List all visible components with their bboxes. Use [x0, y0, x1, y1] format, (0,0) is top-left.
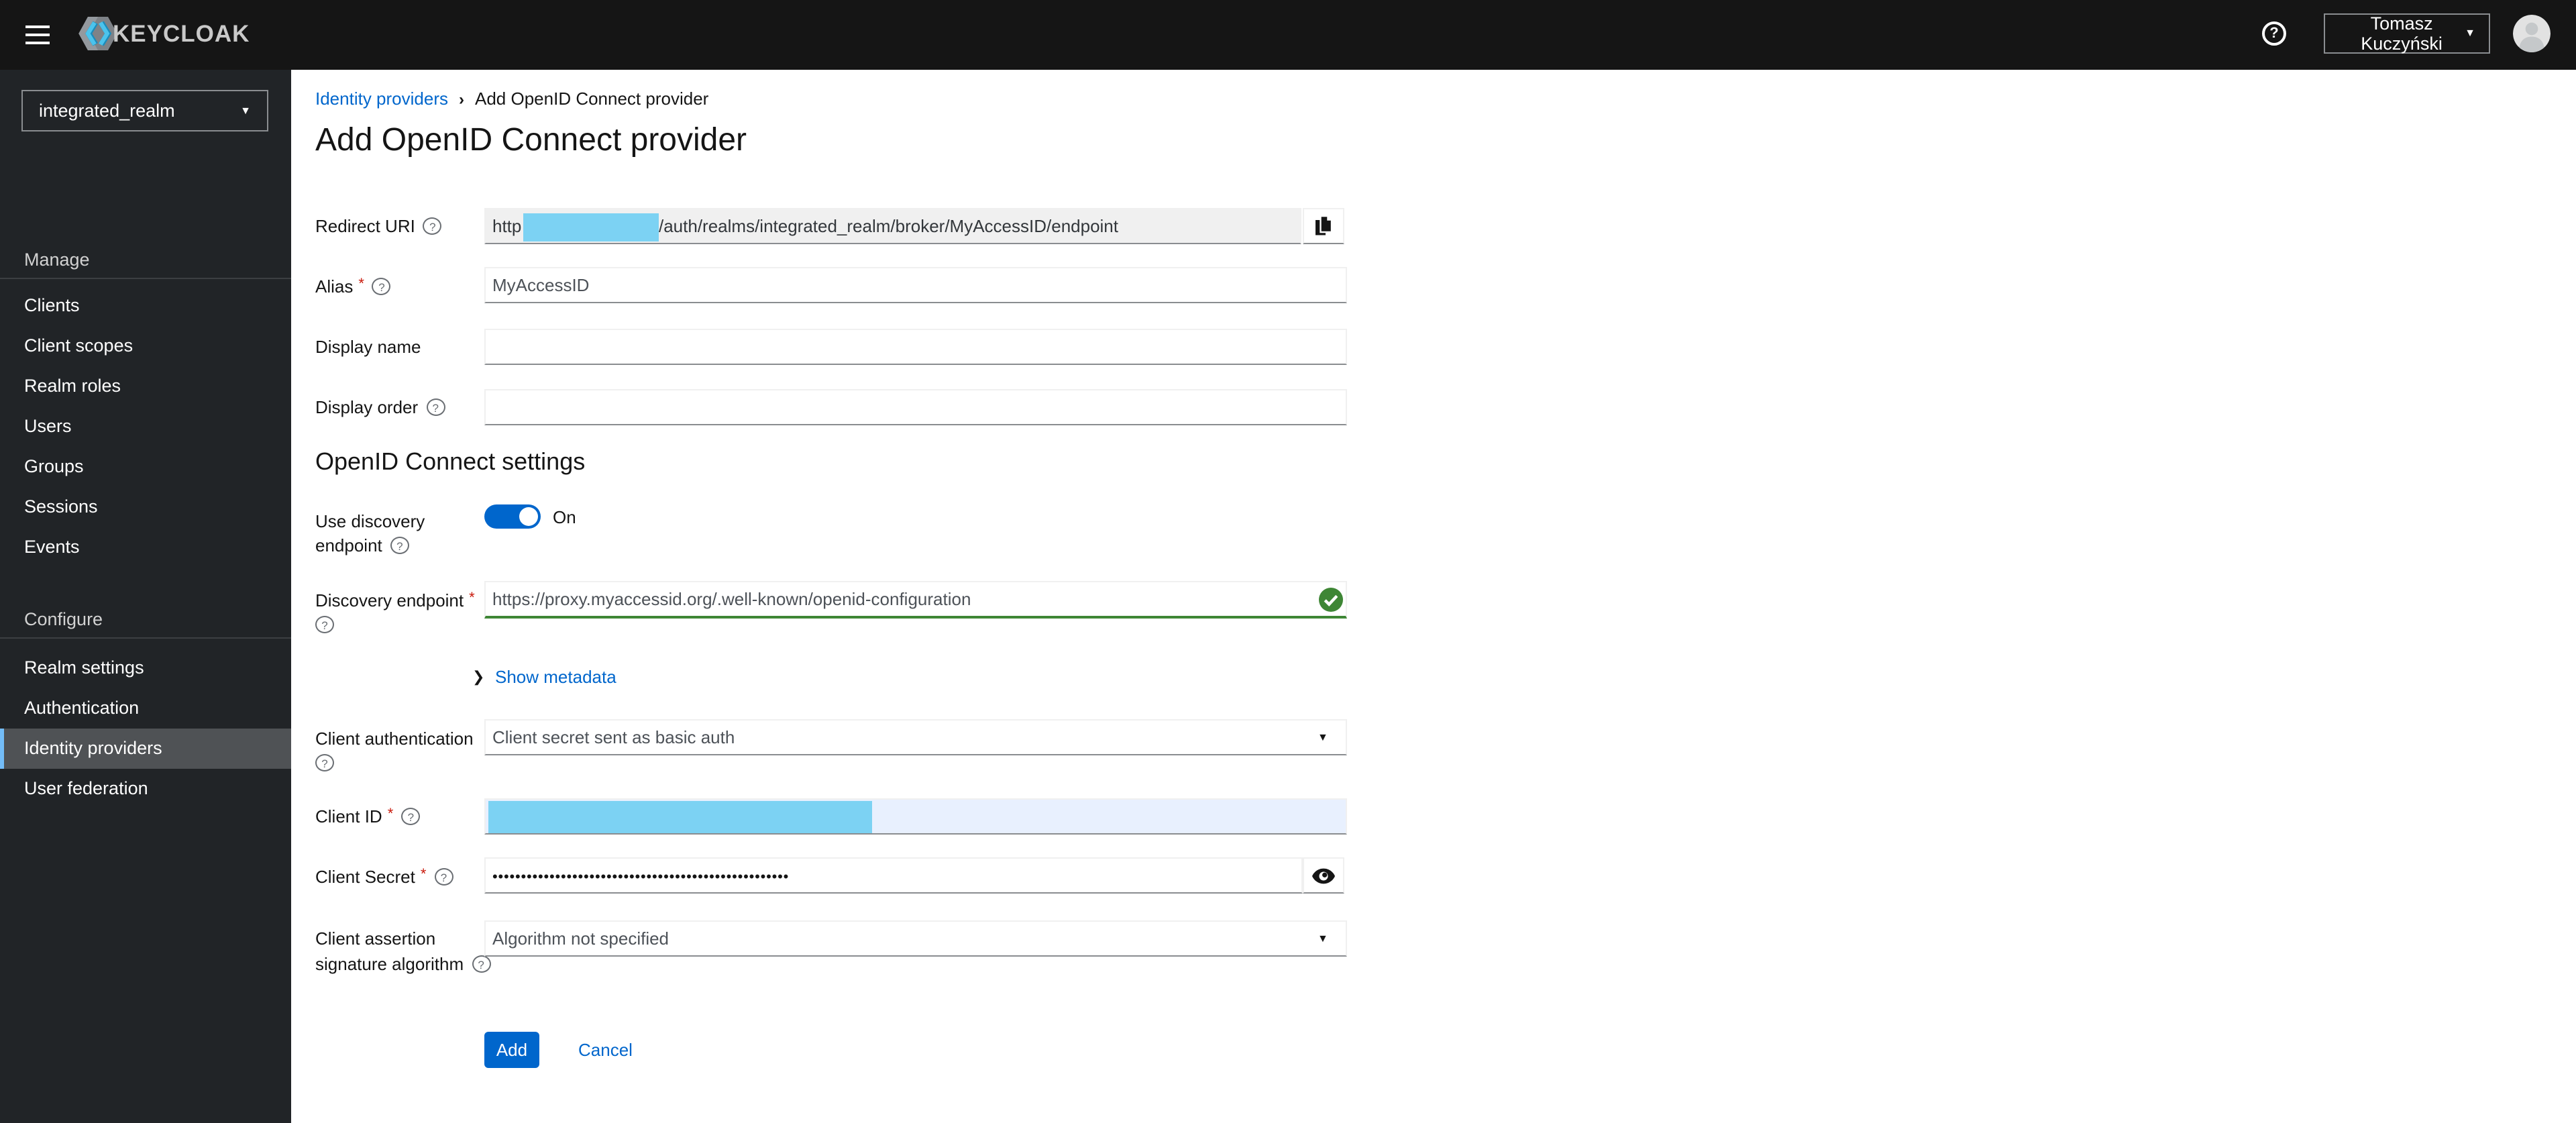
add-button[interactable]: Add [484, 1032, 539, 1068]
breadcrumb-identity-providers[interactable]: Identity providers [315, 89, 448, 109]
display-order-label: Display order ? [315, 397, 445, 417]
redirect-uri-label: Redirect URI ? [315, 216, 442, 236]
angle-right-icon: › [459, 89, 464, 108]
sidebar-item-user-federation[interactable]: User federation [0, 769, 291, 809]
help-icon[interactable]: ? [315, 616, 334, 633]
nav-list-manage: Clients Client scopes Realm roles Users … [0, 286, 291, 568]
user-menu-dropdown[interactable]: Tomasz Kuczyński ▼ [2324, 13, 2490, 54]
sidebar-item-identity-providers[interactable]: Identity providers [0, 729, 291, 769]
keycloak-admin-console: KEYCLOAK ? Tomasz Kuczyński ▼ integrated… [0, 0, 2576, 1123]
avatar[interactable] [2513, 15, 2551, 52]
section-title: OpenID Connect settings [315, 448, 586, 475]
toggle-state-label: On [553, 507, 576, 527]
sidebar-item-events[interactable]: Events [0, 527, 291, 568]
show-metadata-link[interactable]: Show metadata [495, 667, 616, 687]
eye-icon [1312, 867, 1335, 884]
cancel-link[interactable]: Cancel [578, 1040, 633, 1060]
client-authentication-label: Client authentication [315, 729, 474, 749]
sidebar: integrated_realm ▼ Manage Clients Client… [0, 70, 291, 1123]
nav-section-configure: Configure [24, 609, 103, 629]
divider [0, 637, 291, 639]
sidebar-item-users[interactable]: Users [0, 407, 291, 447]
discovery-endpoint-field[interactable]: https://proxy.myaccessid.org/.well-known… [484, 581, 1347, 619]
masthead: KEYCLOAK ? Tomasz Kuczyński ▼ [0, 0, 2576, 70]
help-icon[interactable]: ? [2262, 21, 2286, 46]
redaction-overlay [523, 213, 659, 242]
keycloak-logo[interactable]: KEYCLOAK [78, 15, 250, 52]
redirect-uri-suffix: /auth/realms/integrated_realm/broker/MyA… [659, 216, 1118, 236]
help-icon[interactable]: ? [372, 278, 391, 295]
required-asterisk: * [469, 590, 475, 606]
nav-section-manage: Manage [24, 250, 90, 270]
client-assertion-label-line1: Client assertion [315, 928, 436, 949]
breadcrumb: Identity providers › Add OpenID Connect … [315, 89, 708, 109]
display-order-field[interactable] [484, 389, 1347, 425]
sidebar-item-realm-roles[interactable]: Realm roles [0, 366, 291, 407]
user-name: Tomasz Kuczyński [2361, 13, 2443, 54]
alias-field[interactable]: MyAccessID [484, 267, 1347, 303]
discovery-endpoint-help-row: ? [315, 616, 334, 633]
chevron-down-icon: ▼ [2465, 27, 2475, 39]
masked-password: ••••••••••••••••••••••••••••••••••••••••… [492, 869, 790, 886]
sidebar-item-clients[interactable]: Clients [0, 286, 291, 326]
realm-name: integrated_realm [39, 101, 175, 121]
show-secret-button[interactable] [1303, 857, 1344, 894]
sidebar-item-groups[interactable]: Groups [0, 447, 291, 487]
caret-down-icon: ▼ [1318, 731, 1328, 743]
client-id-field[interactable] [484, 798, 1347, 835]
help-icon[interactable]: ? [423, 217, 442, 235]
breadcrumb-current: Add OpenID Connect provider [475, 89, 709, 109]
redaction-overlay [488, 801, 871, 833]
copy-icon [1313, 215, 1334, 237]
page-title: Add OpenID Connect provider [315, 122, 747, 158]
keycloak-logo-icon [78, 15, 118, 52]
sidebar-item-realm-settings[interactable]: Realm settings [0, 648, 291, 688]
redirect-uri-prefix: http [492, 216, 522, 236]
required-asterisk: * [358, 276, 364, 292]
required-asterisk: * [387, 806, 394, 822]
redirect-uri-field[interactable]: http /auth/realms/integrated_realm/broke… [484, 208, 1301, 244]
expand-chevron-icon[interactable]: ❯ [472, 668, 484, 686]
nav-list-configure: Realm settings Authentication Identity p… [0, 648, 291, 809]
use-discovery-label-line1: Use discovery [315, 511, 425, 531]
nav-toggle-icon[interactable] [21, 19, 54, 51]
sidebar-item-authentication[interactable]: Authentication [0, 688, 291, 729]
help-icon[interactable]: ? [390, 537, 409, 554]
help-icon[interactable]: ? [401, 808, 421, 825]
copy-button[interactable] [1303, 208, 1344, 244]
realm-selector[interactable]: integrated_realm ▼ [21, 90, 268, 131]
sidebar-item-sessions[interactable]: Sessions [0, 487, 291, 527]
alias-label: Alias * ? [315, 276, 391, 297]
use-discovery-toggle[interactable] [484, 504, 541, 529]
use-discovery-label-line2: endpoint ? [315, 535, 409, 555]
client-assertion-label-line2: signature algorithm ? [315, 954, 491, 974]
client-secret-label: Client Secret * ? [315, 866, 453, 887]
client-authentication-help-row: ? [315, 754, 334, 771]
required-asterisk: * [420, 866, 427, 882]
sidebar-item-client-scopes[interactable]: Client scopes [0, 326, 291, 366]
toggle-knob [519, 507, 538, 526]
success-check-icon [1319, 588, 1343, 612]
help-icon[interactable]: ? [315, 754, 334, 771]
chevron-down-icon: ▼ [240, 104, 251, 116]
discovery-endpoint-label: Discovery endpoint * [315, 590, 475, 610]
brand-name: KEYCLOAK [113, 19, 250, 46]
divider [0, 278, 291, 279]
display-name-field[interactable] [484, 329, 1347, 365]
caret-down-icon: ▼ [1318, 932, 1328, 945]
client-authentication-dropdown[interactable]: Client secret sent as basic auth ▼ [484, 719, 1347, 755]
client-assertion-algorithm-dropdown[interactable]: Algorithm not specified ▼ [484, 920, 1347, 957]
help-icon[interactable]: ? [472, 955, 491, 973]
client-secret-field[interactable]: ••••••••••••••••••••••••••••••••••••••••… [484, 857, 1303, 894]
client-id-label: Client ID * ? [315, 806, 421, 826]
help-icon[interactable]: ? [434, 868, 453, 886]
display-name-label: Display name [315, 337, 421, 357]
help-icon[interactable]: ? [426, 398, 445, 416]
